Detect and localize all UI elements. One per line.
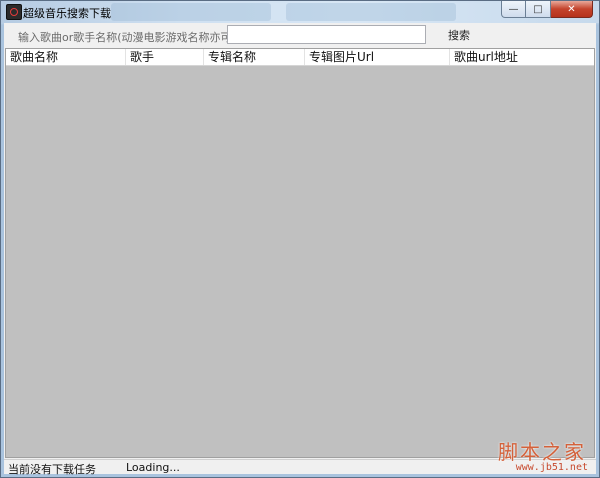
close-button[interactable]: ✕ — [551, 1, 593, 18]
column-header-album-image-url[interactable]: 专辑图片Url — [305, 49, 450, 65]
window-controls: — □ ✕ — [501, 1, 593, 19]
column-header-artist[interactable]: 歌手 — [126, 49, 204, 65]
title-glass-reflection — [111, 3, 271, 21]
window-title: 超级音乐搜索下载 — [23, 7, 111, 20]
results-table[interactable]: 歌曲名称 歌手 专辑名称 专辑图片Url 歌曲url地址 — [5, 48, 595, 458]
title-glass-reflection — [286, 3, 456, 21]
maximize-icon: □ — [533, 3, 543, 15]
title-bar[interactable]: 超级音乐搜索下载 — □ ✕ — [1, 1, 599, 23]
minimize-button[interactable]: — — [501, 1, 526, 18]
search-bar: 输入歌曲or歌手名称(动漫电影游戏名称亦可)： 搜索 — [4, 23, 596, 47]
minimize-icon: — — [508, 3, 519, 15]
loading-status-text: Loading... — [126, 461, 180, 474]
search-label: 输入歌曲or歌手名称(动漫电影游戏名称亦可)： — [18, 31, 247, 44]
search-input[interactable] — [227, 25, 426, 44]
table-header: 歌曲名称 歌手 专辑名称 专辑图片Url 歌曲url地址 — [6, 49, 594, 66]
column-header-album-name[interactable]: 专辑名称 — [204, 49, 305, 65]
search-button[interactable]: 搜索 — [436, 26, 480, 44]
client-area: 输入歌曲or歌手名称(动漫电影游戏名称亦可)： 搜索 歌曲名称 歌手 专辑名称 … — [4, 23, 596, 476]
column-header-song-name[interactable]: 歌曲名称 — [6, 49, 126, 65]
app-window: 超级音乐搜索下载 — □ ✕ 输入歌曲or歌手名称(动漫电影游戏名称亦可)： 搜… — [0, 0, 600, 478]
column-header-song-url[interactable]: 歌曲url地址 — [450, 49, 594, 65]
close-icon: ✕ — [567, 3, 576, 15]
status-bar: 当前没有下载任务 Loading... — [4, 459, 596, 476]
download-status-text: 当前没有下载任务 — [8, 463, 96, 476]
app-logo-icon — [6, 4, 22, 20]
maximize-button[interactable]: □ — [526, 1, 551, 18]
